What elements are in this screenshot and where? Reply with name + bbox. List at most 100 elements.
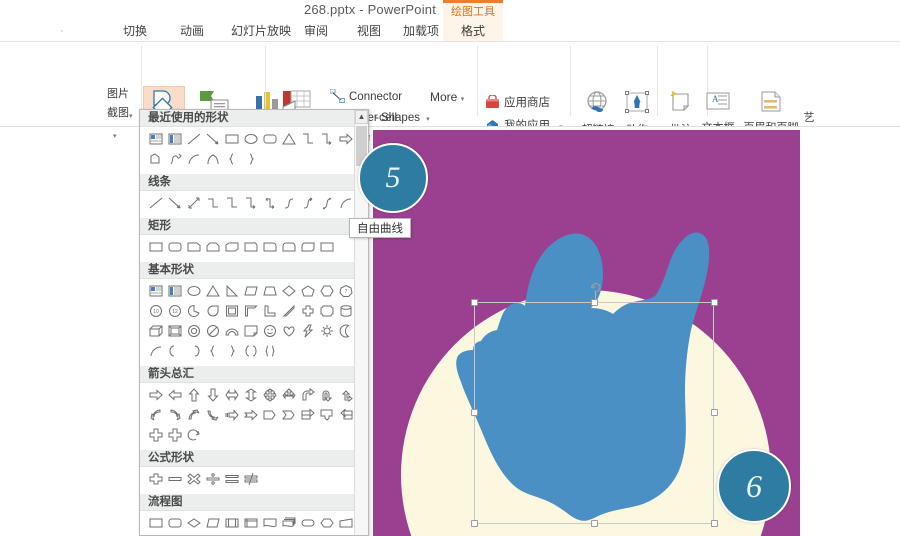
shape-quad-arrow-icon[interactable]	[260, 386, 279, 404]
shape-l-shape-icon[interactable]	[260, 302, 279, 320]
shape-no-symbol-icon[interactable]	[203, 322, 222, 340]
shape-moon-icon[interactable]	[336, 322, 355, 340]
shape-triangle-icon[interactable]	[279, 130, 298, 148]
shape-flow-terminator-icon[interactable]	[298, 514, 317, 532]
scroll-up-button[interactable]: ▲	[355, 110, 368, 124]
shape-snip-round-single-icon[interactable]	[241, 238, 260, 256]
shape-right-arrow-icon[interactable]	[336, 130, 355, 148]
app-store-button[interactable]: 应用商店	[485, 94, 550, 112]
shape-flow-process-icon[interactable]	[146, 514, 165, 532]
shape-pentagon-icon[interactable]	[298, 282, 317, 300]
ribbon-tab-2[interactable]: 动画	[172, 22, 212, 40]
handle-bottom-left[interactable]	[471, 520, 478, 527]
shape-chevron-icon[interactable]	[279, 406, 298, 424]
shape-left-brace-icon[interactable]	[203, 342, 222, 360]
shape-vertical-textbox-icon[interactable]	[165, 130, 184, 148]
shape-heart-icon[interactable]	[279, 322, 298, 340]
handle-top-right[interactable]	[711, 299, 718, 306]
shape-pentagon-arrow-icon[interactable]	[260, 406, 279, 424]
ribbon-tab-6[interactable]: 加载项	[394, 22, 448, 40]
shape-curved-up-arrow-icon[interactable]	[184, 406, 203, 424]
shape-not-equal-sign-icon[interactable]	[241, 470, 260, 488]
shape-cross-icon[interactable]	[298, 302, 317, 320]
shape-line-double-arrow-icon[interactable]	[184, 194, 203, 212]
shape-diagonal-stripe-icon[interactable]	[279, 302, 298, 320]
shape-flow-internal-icon[interactable]	[241, 514, 260, 532]
shape-trapezoid-icon[interactable]	[260, 282, 279, 300]
shape-curved-down-arrow-icon[interactable]	[203, 406, 222, 424]
shape-teardrop-icon[interactable]	[203, 302, 222, 320]
handle-bottom-right[interactable]	[711, 520, 718, 527]
shape-can-icon[interactable]	[336, 302, 355, 320]
ribbon-tab-4[interactable]: 审阅	[296, 22, 336, 40]
shape-arc-icon[interactable]	[336, 194, 355, 212]
shape-double-brace-icon[interactable]	[260, 342, 279, 360]
shape-rounded-rectangle-icon[interactable]	[260, 130, 279, 148]
shape-triangle-icon[interactable]	[203, 282, 222, 300]
shape-minus-sign-icon[interactable]	[165, 470, 184, 488]
shape-right-triangle-icon[interactable]	[222, 282, 241, 300]
shape-right-arrow-callout-icon[interactable]	[298, 406, 317, 424]
wordart-button[interactable]: 艺	[800, 112, 818, 125]
shape-diamond-icon[interactable]	[279, 282, 298, 300]
shape-flow-decision-icon[interactable]	[184, 514, 203, 532]
shape-round-same-side-icon[interactable]	[279, 238, 298, 256]
selection-bounding-box[interactable]	[474, 302, 714, 524]
shape-dodecagon-icon[interactable]: 12	[165, 302, 184, 320]
shape-sun-icon[interactable]	[317, 322, 336, 340]
shape-curved-right-arrow-icon[interactable]	[165, 406, 184, 424]
shape-smiley-face-icon[interactable]	[260, 322, 279, 340]
shape-up-down-arrow-icon[interactable]	[241, 386, 260, 404]
shape-rectangle-icon[interactable]	[146, 238, 165, 256]
shape-oval-icon[interactable]	[241, 130, 260, 148]
shape-rounded-rectangle-icon[interactable]	[165, 238, 184, 256]
shape-double-bracket-icon[interactable]	[241, 342, 260, 360]
shape-left-bracket-icon[interactable]	[165, 342, 184, 360]
shape-left-up-arrow-icon[interactable]	[336, 386, 355, 404]
shape-arc-icon[interactable]	[146, 342, 165, 360]
shape-cross-arrow-icon[interactable]	[146, 426, 165, 444]
shape-flow-data-icon[interactable]	[203, 514, 222, 532]
screenshot-dropdown-arrow[interactable]: ▾	[129, 112, 133, 120]
shape-folded-corner-icon[interactable]	[241, 322, 260, 340]
shape-down-arrow-icon[interactable]	[203, 386, 222, 404]
ribbon-tab-3[interactable]: 幻灯片放映	[222, 22, 300, 40]
shape-round-single-corner-icon[interactable]	[260, 238, 279, 256]
shape-plus-sign-icon[interactable]	[146, 470, 165, 488]
shape-bent-arrow-icon[interactable]	[298, 386, 317, 404]
shape-round-diagonal-icon[interactable]	[298, 238, 317, 256]
shape-textbox-icon[interactable]	[146, 282, 165, 300]
shape-elbow-arrow-icon[interactable]	[241, 194, 260, 212]
more-button[interactable]: More ▾	[430, 90, 464, 104]
shape-up-arrow-icon[interactable]	[184, 386, 203, 404]
shape-curved-double-arrow-icon[interactable]	[317, 194, 336, 212]
shape-elbow-double-arrow-icon[interactable]	[260, 194, 279, 212]
shape-flow-document-icon[interactable]	[260, 514, 279, 532]
ribbon-tab-5[interactable]: 视图	[349, 22, 389, 40]
shape-curved-left-arrow-icon[interactable]	[146, 406, 165, 424]
shape-rectangle-plain-icon[interactable]	[317, 238, 336, 256]
shape-heptagon-icon[interactable]: 7	[336, 282, 355, 300]
shape-curved-connector-icon[interactable]	[279, 194, 298, 212]
shape-striped-right-arrow-icon[interactable]	[222, 406, 241, 424]
shape-plaque-icon[interactable]	[317, 302, 336, 320]
shape-snip-same-side-icon[interactable]	[203, 238, 222, 256]
shape-arc-icon[interactable]	[184, 150, 203, 168]
shape-equal-sign-icon[interactable]	[222, 470, 241, 488]
images-group-expand-arrow[interactable]: ▾	[113, 132, 117, 140]
shape-frame-icon[interactable]	[222, 302, 241, 320]
shape-circular-arrow-icon[interactable]	[184, 426, 203, 444]
shape-bevel-icon[interactable]	[165, 322, 184, 340]
shape-rectangle-icon[interactable]	[222, 130, 241, 148]
shape-line-icon[interactable]	[146, 194, 165, 212]
shape-u-turn-arrow-icon[interactable]	[317, 386, 336, 404]
shape-connector-elbow-icon[interactable]	[203, 194, 222, 212]
shape-flow-preparation-icon[interactable]	[317, 514, 336, 532]
shape-flow-predefined-icon[interactable]	[222, 514, 241, 532]
handle-top-center[interactable]	[591, 299, 598, 306]
shape-division-sign-icon[interactable]	[203, 470, 222, 488]
ribbon-tab-7[interactable]: 格式	[443, 20, 503, 42]
shape-line-arrow-icon[interactable]	[203, 130, 222, 148]
shape-hexagon-icon[interactable]	[317, 282, 336, 300]
shape-vertical-textbox-icon[interactable]	[165, 282, 184, 300]
